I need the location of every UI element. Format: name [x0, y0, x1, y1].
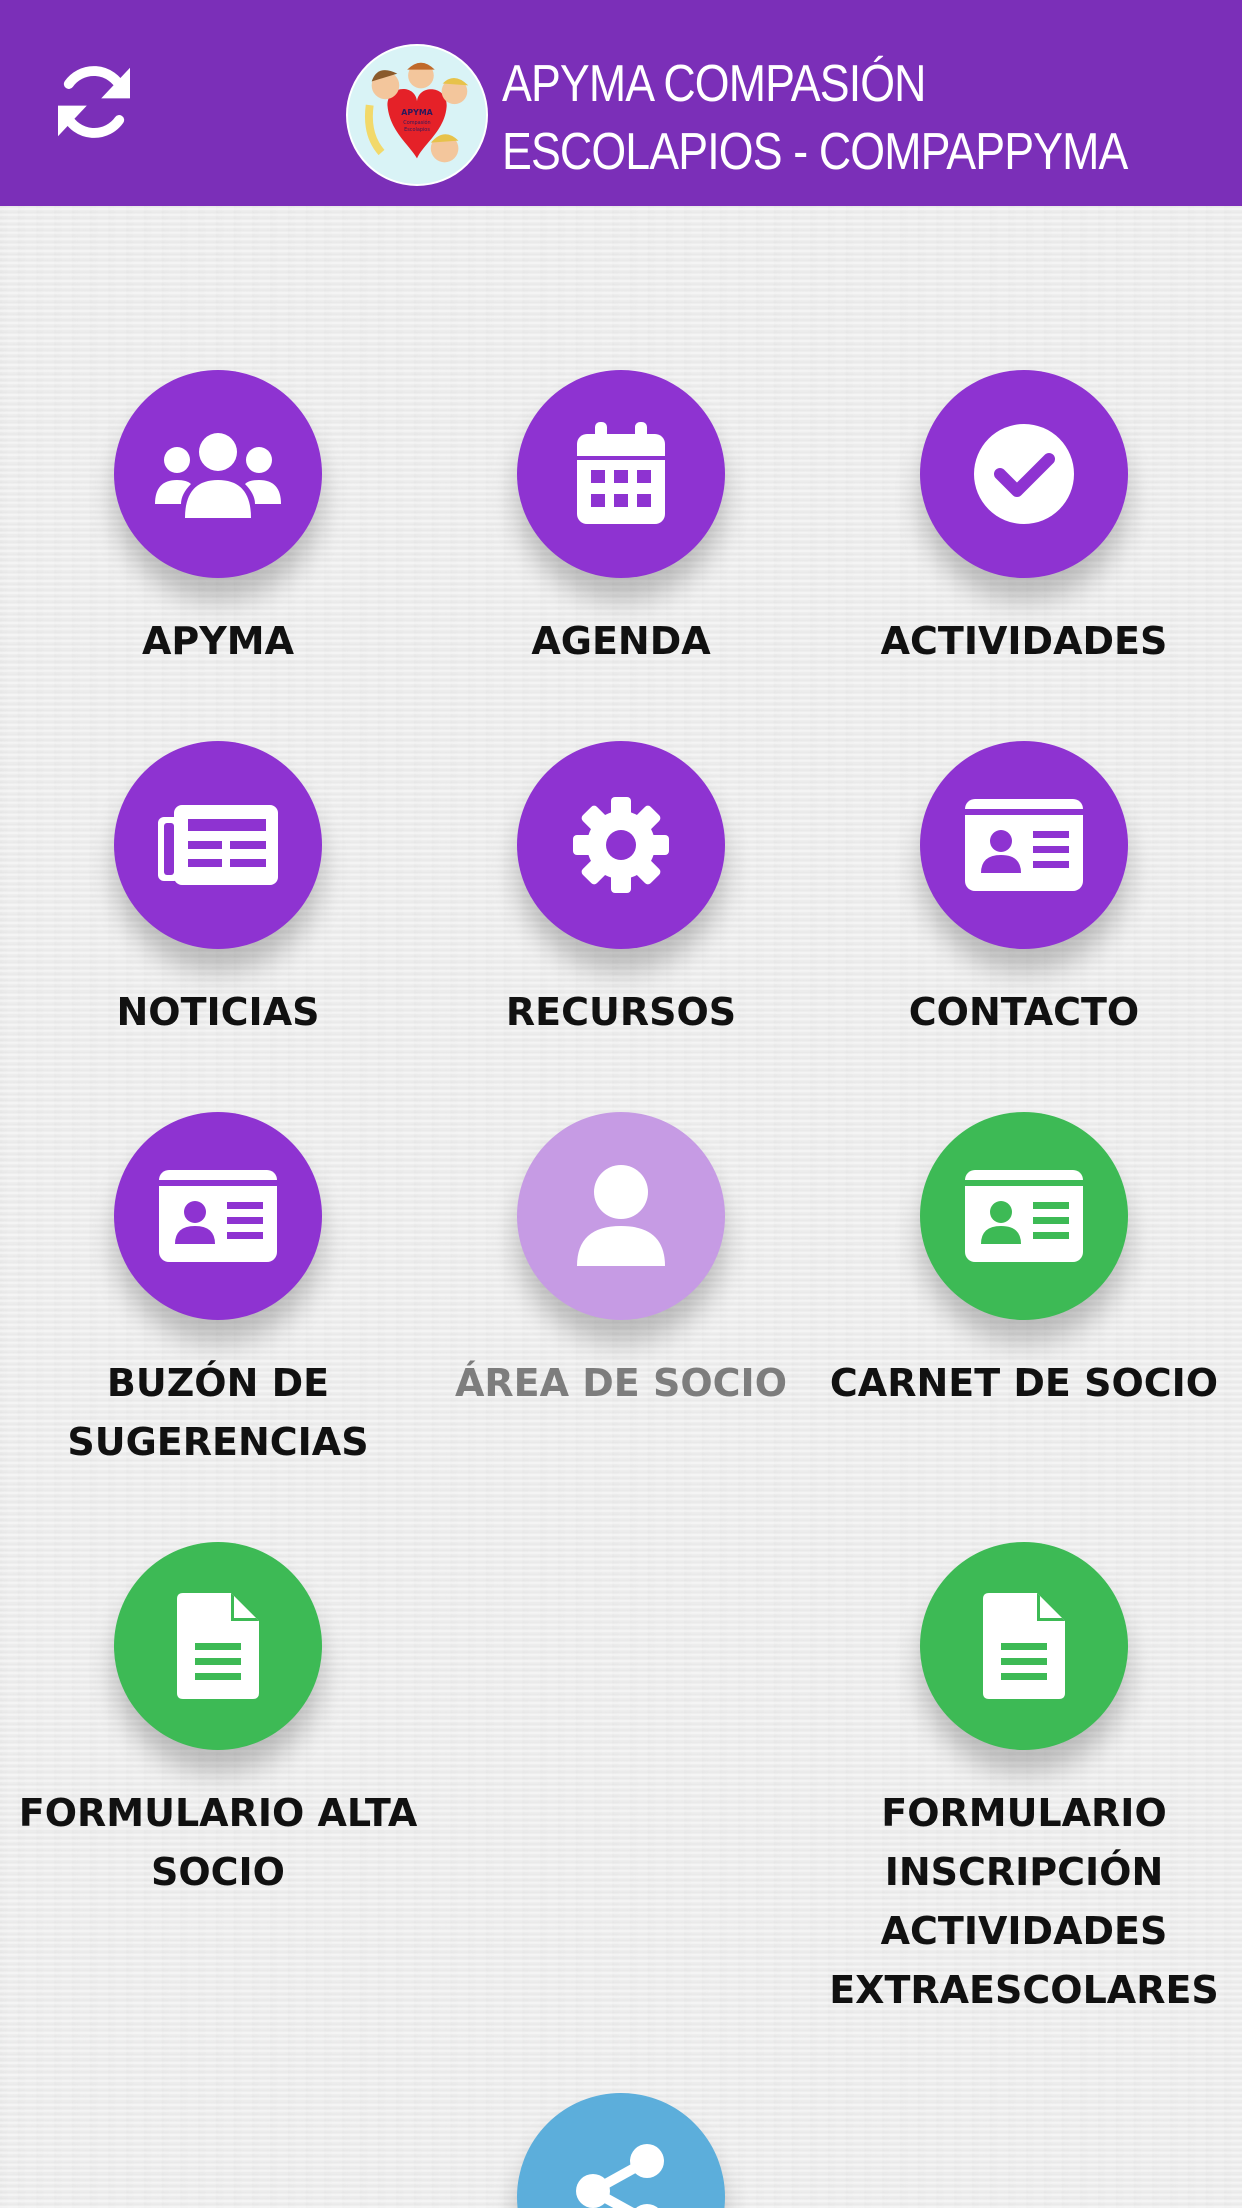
formulario-inscripcion-button[interactable] [920, 1542, 1128, 1750]
recursos-button[interactable] [517, 741, 725, 949]
app-title: APYMA COMPASIÓN ESCOLAPIOS - COMPAPPYMA [502, 50, 1128, 186]
tile-label-formulario-inscripcion: FORMULARIO INSCRIPCIÓN ACTIVIDADES EXTRA… [829, 1791, 1219, 2012]
gear-icon [573, 797, 669, 893]
tile-formulario-inscripcion[interactable]: FORMULARIO INSCRIPCIÓN ACTIVIDADES EXTRA… [824, 1542, 1224, 2020]
svg-text:APYMA: APYMA [401, 108, 433, 117]
calendar-icon [577, 422, 665, 524]
tile-share[interactable] [421, 2093, 821, 2208]
app-header: APYMA Compasión Escolapios APYMA COMPASI… [0, 0, 1242, 206]
agenda-button[interactable] [517, 370, 725, 578]
svg-text:Compasión: Compasión [403, 119, 430, 126]
tile-agenda[interactable]: AGENDA [421, 370, 821, 671]
app-title-line1: APYMA COMPASIÓN [502, 55, 926, 113]
tile-label-recursos: RECURSOS [505, 990, 737, 1034]
tile-label-noticias: NOTICIAS [116, 990, 320, 1034]
newspaper-icon [158, 805, 278, 885]
svg-text:Escolapios: Escolapios [404, 127, 430, 133]
document-icon [983, 1593, 1065, 1699]
share-button[interactable] [517, 2093, 725, 2208]
share-icon [576, 2144, 664, 2208]
user-icon [577, 1165, 665, 1266]
id-card-icon [159, 1170, 277, 1262]
apyma-logo: APYMA Compasión Escolapios [346, 44, 488, 186]
tile-actividades[interactable]: ACTIVIDADES [824, 370, 1224, 671]
id-card-icon [965, 799, 1083, 891]
tile-label-carnet-socio: CARNET DE SOCIO [829, 1361, 1219, 1405]
tile-label-buzon-sugerencias: BUZÓN DE SUGERENCIAS [67, 1361, 369, 1464]
contacto-button[interactable] [920, 741, 1128, 949]
refresh-button[interactable] [44, 52, 144, 152]
tile-label-actividades: ACTIVIDADES [880, 619, 1168, 663]
tile-contacto[interactable]: CONTACTO [824, 741, 1224, 1042]
app-title-line2: ESCOLAPIOS - COMPAPPYMA [502, 123, 1128, 181]
apyma-button[interactable] [114, 370, 322, 578]
carnet-socio-button[interactable] [920, 1112, 1128, 1320]
actividades-button[interactable] [920, 370, 1128, 578]
tile-area-socio[interactable]: ÁREA DE SOCIO [421, 1112, 821, 1413]
tile-label-contacto: CONTACTO [908, 990, 1140, 1034]
tile-buzon-sugerencias[interactable]: BUZÓN DE SUGERENCIAS [18, 1112, 418, 1472]
tile-label-apyma: APYMA [142, 619, 294, 663]
area-socio-button[interactable] [517, 1112, 725, 1320]
tile-noticias[interactable]: NOTICIAS [18, 741, 418, 1042]
formulario-alta-socio-button[interactable] [114, 1542, 322, 1750]
tile-recursos[interactable]: RECURSOS [421, 741, 821, 1042]
tile-carnet-socio[interactable]: CARNET DE SOCIO [824, 1112, 1224, 1413]
buzon-sugerencias-button[interactable] [114, 1112, 322, 1320]
users-icon [155, 433, 281, 518]
noticias-button[interactable] [114, 741, 322, 949]
document-icon [177, 1593, 259, 1699]
sync-icon [58, 66, 130, 138]
tile-label-area-socio: ÁREA DE SOCIO [455, 1361, 787, 1405]
tile-apyma[interactable]: APYMA [18, 370, 418, 671]
id-card-icon [965, 1170, 1083, 1262]
check-circle-icon [974, 424, 1074, 524]
tile-formulario-alta-socio[interactable]: FORMULARIO ALTA SOCIO [18, 1542, 418, 1902]
tile-label-agenda: AGENDA [531, 619, 711, 663]
tile-label-formulario-alta-socio: FORMULARIO ALTA SOCIO [18, 1791, 418, 1894]
